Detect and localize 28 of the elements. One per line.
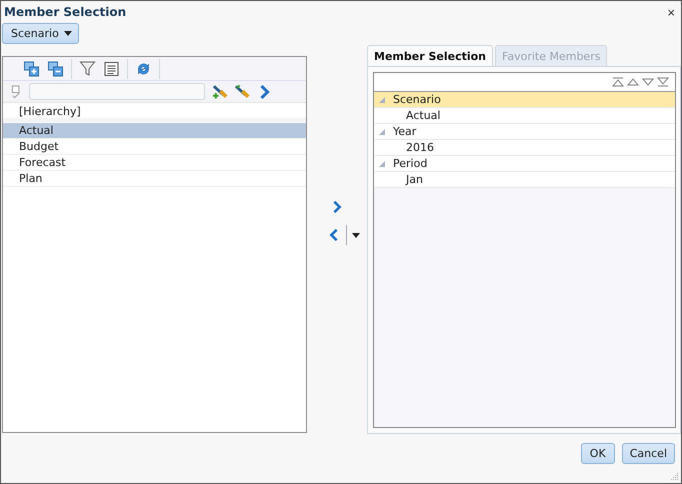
cancel-button[interactable]: Cancel — [622, 443, 675, 464]
filter-icon[interactable] — [79, 60, 96, 76]
caret-icon — [64, 31, 72, 36]
member-row[interactable]: Forecast — [3, 155, 306, 171]
member-row[interactable]: Plan — [3, 171, 306, 187]
properties-icon[interactable] — [103, 60, 120, 76]
tree-item[interactable]: Year — [393, 125, 416, 138]
move-up-icon[interactable] — [627, 77, 639, 87]
ok-button[interactable]: OK — [580, 443, 615, 464]
move-down-icon[interactable] — [642, 77, 654, 87]
tree-item[interactable]: Scenario — [393, 93, 441, 106]
move-top-icon[interactable] — [612, 77, 624, 87]
refresh-icon[interactable] — [135, 60, 152, 76]
tree-item[interactable]: Actual — [406, 109, 440, 122]
close-button[interactable]: × — [665, 4, 677, 20]
expand-icon[interactable] — [23, 60, 40, 76]
member-row[interactable]: Actual — [3, 123, 306, 139]
tree-item[interactable]: Period — [393, 157, 428, 170]
tab[interactable]: Member Selection — [367, 45, 494, 66]
search-field[interactable] — [29, 83, 205, 100]
window-title: Member Selection — [4, 5, 126, 19]
dimension-dropdown[interactable]: Scenario — [2, 23, 79, 44]
move-bottom-icon[interactable] — [657, 77, 669, 87]
tree-item[interactable]: 2016 — [406, 141, 434, 154]
member-row[interactable]: Budget — [3, 139, 306, 155]
collapse-icon[interactable] — [47, 60, 64, 76]
caret-icon[interactable] — [352, 232, 360, 238]
tree-item[interactable]: Jan — [406, 173, 423, 186]
